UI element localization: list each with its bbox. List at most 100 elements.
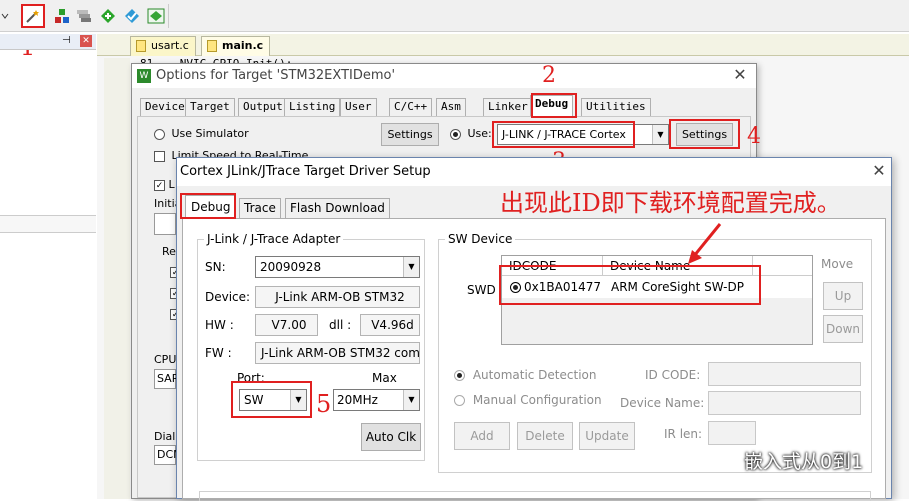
update-button[interactable]: Update xyxy=(579,422,635,450)
id-code-field[interactable] xyxy=(708,362,861,386)
move-label: Move xyxy=(821,257,854,271)
dialog-title: Options for Target 'STM32EXTIDemo' xyxy=(156,68,396,83)
close-icon[interactable]: ✕ xyxy=(730,66,750,86)
tab-c-c-[interactable]: C/C++ xyxy=(389,98,433,116)
project-panel-divider xyxy=(0,215,96,233)
tab-user[interactable]: User xyxy=(340,98,377,116)
max-clock-value: 20MHz xyxy=(337,393,378,407)
select-packs-button[interactable] xyxy=(122,6,142,26)
tab-device[interactable]: Device xyxy=(140,98,190,116)
device-name-field[interactable] xyxy=(708,391,861,415)
max-clock-select[interactable]: 20MHz ▼ xyxy=(333,389,420,411)
components-icon xyxy=(55,9,69,23)
close-icon[interactable]: ✕ xyxy=(80,35,92,47)
close-icon[interactable]: ✕ xyxy=(869,162,889,182)
highlight-device-row xyxy=(499,265,761,305)
tab-trace[interactable]: Trace xyxy=(239,198,281,219)
annotation-2: 2 xyxy=(542,63,556,88)
highlight-debugger-select xyxy=(492,121,635,148)
chevron-down-icon: ▼ xyxy=(403,257,419,277)
tab-asm[interactable]: Asm xyxy=(436,98,466,116)
tab-label: usart.c xyxy=(151,39,189,52)
ir-len-label: IR len: xyxy=(664,427,703,441)
magic-wand-icon xyxy=(26,10,39,23)
tab-usart-c[interactable]: usart.c xyxy=(130,36,196,56)
annotation-5: 5 xyxy=(316,390,332,418)
delete-button[interactable]: Delete xyxy=(517,422,573,450)
annotation-4: 4 xyxy=(747,124,761,149)
device-label: Device: xyxy=(205,290,251,304)
tab-label: main.c xyxy=(222,39,264,52)
fw-label: FW : xyxy=(205,346,232,360)
highlight-port-select xyxy=(231,381,312,418)
automatic-detection-label: Automatic Detection xyxy=(472,368,597,382)
cpu-dll-label: CPU xyxy=(154,353,177,366)
tab-flash-download[interactable]: Flash Download xyxy=(285,198,390,219)
file-icon xyxy=(207,40,217,52)
manual-configuration-option[interactable]: Manual Configuration xyxy=(454,393,602,407)
annotation-caption: 出现此ID即下载环境配置完成。 xyxy=(500,189,841,217)
dll-field: V4.96d xyxy=(360,314,420,336)
cpu-dll-field[interactable]: SAR xyxy=(154,369,179,389)
use-debugger-option[interactable]: Use: xyxy=(450,127,492,140)
project-panel-header: ⊣ ✕ xyxy=(0,34,96,50)
pack-installer-button[interactable] xyxy=(98,6,118,26)
move-down-button[interactable]: Down xyxy=(823,315,863,343)
tab-target[interactable]: Target xyxy=(185,98,235,116)
radio-icon xyxy=(454,370,465,381)
highlight-debug-tab xyxy=(531,93,577,118)
dialog-title-bar: W Options for Target 'STM32EXTIDemo' ✕ xyxy=(132,64,756,88)
radio-icon xyxy=(154,128,165,140)
use-simulator-option[interactable]: Use Simulator xyxy=(154,127,249,140)
move-up-button[interactable]: Up xyxy=(823,282,863,310)
chevron-down-icon: ▼ xyxy=(403,390,419,410)
radio-icon xyxy=(450,128,461,140)
bottom-group-edge xyxy=(199,491,871,501)
options-for-target-button[interactable] xyxy=(21,4,45,28)
checkbox-icon xyxy=(154,150,165,162)
simulator-settings-button[interactable]: Settings xyxy=(381,123,439,146)
toolbar-divider xyxy=(168,4,169,28)
fw-field: J-Link ARM-OB STM32 comp xyxy=(255,342,420,364)
chevron-down-icon: ▼ xyxy=(652,125,668,144)
swd-label: SWD xyxy=(467,283,496,297)
add-button[interactable]: Add xyxy=(454,422,510,450)
line-number-gutter xyxy=(104,58,130,499)
hw-label: HW : xyxy=(205,318,234,332)
manage-components-button[interactable] xyxy=(52,6,72,26)
radio-icon xyxy=(454,395,465,406)
pin-icon[interactable]: ⊣ xyxy=(62,35,71,46)
restore-label: Re xyxy=(162,245,176,258)
hw-field: V7.00 xyxy=(255,314,318,336)
load-app-option[interactable]: ✓ L xyxy=(154,178,175,191)
auto-clk-button[interactable]: Auto Clk xyxy=(361,423,421,451)
tab-utilities[interactable]: Utilities xyxy=(581,98,651,116)
adapter-group-title: J-Link / J-Trace Adapter xyxy=(204,232,344,246)
load-app-label: L xyxy=(168,178,175,191)
highlight-settings-button xyxy=(669,119,740,149)
use-label: Use: xyxy=(467,127,492,140)
green-diamond-icon xyxy=(101,9,115,23)
checkbox-icon: ✓ xyxy=(154,179,165,191)
ir-len-field[interactable] xyxy=(708,421,756,445)
dialog-title-bar: Cortex JLink/JTrace Target Driver Setup … xyxy=(177,158,891,186)
id-code-label: ID CODE: xyxy=(645,368,701,382)
tab-output[interactable]: Output xyxy=(238,98,288,116)
rte-button[interactable] xyxy=(146,6,166,26)
dialog-dll-field[interactable]: DCM xyxy=(154,445,183,465)
sn-label: SN: xyxy=(205,260,226,274)
tab-listing[interactable]: Listing xyxy=(284,98,341,116)
init-file-field[interactable] xyxy=(154,213,176,235)
tab-linker[interactable]: Linker xyxy=(483,98,533,116)
sn-select[interactable]: 20090928 ▼ xyxy=(255,256,420,278)
tab-main-c[interactable]: main.c xyxy=(201,36,271,56)
file-tab-bar: usart.c main.c xyxy=(97,34,909,56)
sw-device-group-title: SW Device xyxy=(445,232,516,246)
stack-icon xyxy=(77,10,91,22)
highlight-debug-tab-2 xyxy=(180,193,236,219)
file-extensions-button[interactable] xyxy=(74,6,94,26)
wechat-icon xyxy=(706,448,734,470)
chevron-down-icon[interactable] xyxy=(0,6,10,26)
file-icon xyxy=(136,40,146,52)
automatic-detection-option[interactable]: Automatic Detection xyxy=(454,368,596,382)
